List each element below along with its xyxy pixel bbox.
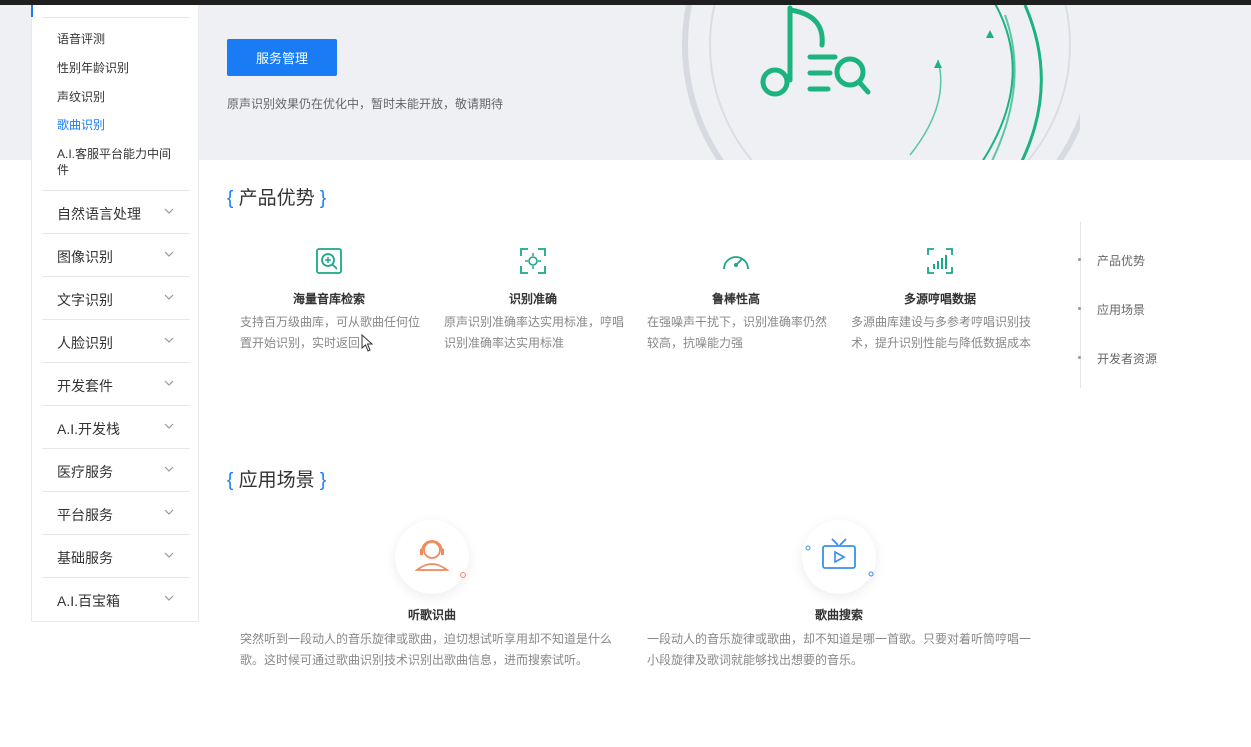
sidebar-category-label: A.I.百宝箱: [57, 593, 121, 609]
sidebar-category-label: A.I.开发栈: [57, 421, 121, 437]
advantage-desc: 原声识别准确率达实用标准，哼唱识别准确率达实用标准: [444, 315, 625, 350]
anchor-link-scenarios[interactable]: 应用场景: [1097, 301, 1145, 318]
mouse-cursor-icon: [361, 334, 373, 352]
chevron-down-icon: [164, 251, 174, 257]
sidebar-category-image[interactable]: 图像识别: [42, 233, 190, 276]
tv-play-icon: [805, 538, 874, 577]
chevron-down-icon: [164, 294, 174, 300]
sidebar-category-medical[interactable]: 医疗服务: [42, 448, 190, 491]
sidebar-category-dev-kit[interactable]: 开发套件: [42, 362, 190, 405]
scenario-desc: 一段动人的音乐旋律或歌曲，却不知道是哪一首歌。只要对着听筒哼唱一小段旋律及歌词就…: [647, 632, 1032, 667]
music-search-illustration: [682, 5, 1080, 160]
hero-note: 原声识别效果仍在优化中，暂时未能开放，敬请期待: [227, 97, 504, 111]
search-plus-icon: [316, 248, 342, 274]
gauge-icon: [723, 256, 749, 270]
anchor-dot: [1078, 356, 1081, 359]
sidebar-category-label: 自然语言处理: [57, 206, 141, 222]
sidebar-category-basic[interactable]: 基础服务: [42, 534, 190, 577]
anchor-dot: [1078, 307, 1081, 310]
sidebar-category-ai-toolbox[interactable]: A.I.百宝箱: [42, 577, 190, 620]
chevron-down-icon: [164, 466, 174, 472]
sidebar-category-label: 医疗服务: [57, 464, 113, 480]
headset-person-icon: [414, 540, 466, 578]
sidebar-item-ai-service-middleware[interactable]: A.I.客服平台能力中间件: [57, 146, 182, 178]
scenario-desc: 突然听到一段动人的音乐旋律或歌曲，迫切想试听享用却不知道是什么歌。这时候可通过歌…: [240, 632, 613, 667]
chevron-down-icon: [164, 380, 174, 386]
chevron-down-icon: [164, 552, 174, 558]
sidebar-category-nlp[interactable]: 自然语言处理: [42, 190, 190, 233]
chevron-down-icon: [164, 208, 174, 214]
anchor-dot: [1078, 258, 1081, 261]
sidebar-item-voiceprint[interactable]: 声纹识别: [57, 89, 182, 105]
sidebar-active-marker: [31, 5, 33, 17]
focus-target-icon: [520, 248, 546, 274]
sidebar-category-label: 图像识别: [57, 249, 113, 265]
sidebar-item-speech-evaluation[interactable]: 语音评测: [57, 31, 182, 47]
sidebar-category-label: 文字识别: [57, 292, 113, 308]
service-management-button[interactable]: 服务管理: [227, 39, 337, 76]
sidebar-category-platform[interactable]: 平台服务: [42, 491, 190, 534]
advantage-title: 多源哼唱数据: [903, 292, 976, 306]
sidebar-category-label: 开发套件: [57, 378, 113, 394]
sidebar-category-label: 基础服务: [57, 550, 113, 566]
sidebar-divider: [42, 17, 190, 18]
advantage-title: 鲁棒性高: [711, 292, 760, 306]
anchor-link-advantages[interactable]: 产品优势: [1097, 252, 1145, 269]
scenario-icon-circle: [395, 520, 469, 594]
advantage-desc: 支持百万级曲库，可从歌曲任何位置开始识别，实时返回: [240, 315, 421, 350]
section-title-advantages: { 产品优势 }: [227, 188, 327, 209]
advantage-title: 识别准确: [508, 292, 557, 306]
sidebar-category-ai-stack[interactable]: A.I.开发栈: [42, 405, 190, 448]
section-title-scenarios: { 应用场景 }: [227, 470, 327, 491]
chevron-down-icon: [164, 595, 174, 601]
anchor-nav: 产品优势 应用场景 开发者资源: [1078, 222, 1200, 388]
advantage-title: 海量音库检索: [292, 292, 365, 306]
advantage-desc: 多源曲库建设与多参考哼唱识别技术，提升识别性能与降低数据成本: [851, 315, 1032, 350]
sidebar-item-gender-age[interactable]: 性别年龄识别: [57, 60, 182, 76]
advantage-desc: 在强噪声干扰下，识别准确率仍然较高，抗噪能力强: [647, 315, 828, 350]
sidebar-item-song-recognition[interactable]: 歌曲识别: [57, 117, 182, 133]
sidebar-category-text[interactable]: 文字识别: [42, 276, 190, 319]
sidebar-category-face[interactable]: 人脸识别: [42, 319, 190, 362]
anchor-link-developer-resources[interactable]: 开发者资源: [1097, 350, 1157, 367]
chevron-down-icon: [164, 423, 174, 429]
sidebar-category-label: 人脸识别: [57, 335, 113, 351]
scenario-icon-circle: [802, 520, 876, 594]
scenario-title: 听歌识曲: [407, 608, 456, 622]
chevron-down-icon: [164, 337, 174, 343]
sidebar: 语音评测 性别年龄识别 声纹识别 歌曲识别 A.I.客服平台能力中间件 自然语言…: [31, 5, 199, 622]
chevron-down-icon: [164, 509, 174, 515]
sidebar-category-label: 平台服务: [57, 507, 113, 523]
scenario-title: 歌曲搜索: [814, 608, 863, 622]
bar-chart-icon: [927, 248, 953, 274]
